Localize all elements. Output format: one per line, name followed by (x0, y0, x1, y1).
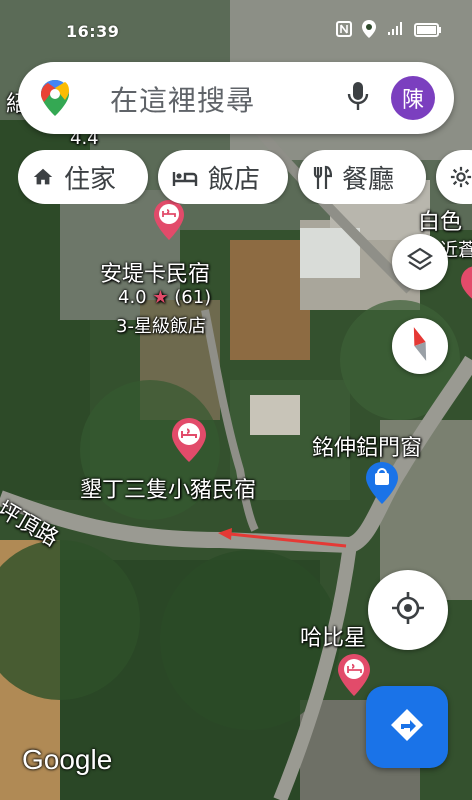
hotel-1-rating: 4.0 (118, 287, 147, 308)
google-maps-logo-icon (40, 80, 70, 120)
battery-icon (414, 22, 442, 41)
directions-button[interactable] (366, 686, 448, 768)
hotel-2-name[interactable]: 墾丁三隻小豬民宿 (80, 472, 256, 504)
map-label-bottom-right-fragment: 哈比星 (300, 626, 367, 651)
layers-icon (406, 246, 434, 278)
microphone-icon[interactable] (346, 80, 370, 118)
gear-icon (450, 166, 472, 188)
chip-home[interactable]: 住家 (18, 150, 148, 204)
my-location-button[interactable] (368, 570, 448, 650)
star-icon: ★ (152, 287, 169, 308)
search-bar[interactable]: 在這裡搜尋 陳 (18, 62, 454, 134)
status-time: 16:39 (66, 22, 120, 41)
directions-icon (389, 707, 425, 747)
hotel-pin-icon[interactable] (338, 654, 370, 700)
compass-button[interactable] (392, 318, 448, 374)
compass-icon (410, 326, 430, 366)
status-icons (336, 20, 442, 42)
hotel-pin-icon[interactable] (154, 200, 184, 244)
home-icon (32, 166, 54, 188)
location-status-icon (362, 20, 376, 42)
hotel-pin-icon[interactable] (172, 418, 206, 466)
chip-label: 餐廳 (342, 164, 395, 195)
chip-label: 飯店 (208, 164, 261, 195)
chip-more[interactable] (436, 150, 472, 204)
account-avatar[interactable]: 陳 (391, 76, 435, 120)
hotel-pin-icon[interactable] (456, 266, 472, 306)
fork-knife-icon (312, 165, 332, 189)
store-name[interactable]: 銘伸鋁門窗 (312, 430, 422, 462)
status-bar: 16:39 (0, 0, 472, 60)
google-logo: Google (22, 744, 113, 775)
map-label-right-fragment-1: 白色 (418, 210, 463, 235)
chip-label: 住家 (64, 164, 117, 195)
hotel-1-rating-row: 4.0 ★ (61) (118, 287, 211, 308)
signal-icon (386, 21, 404, 41)
shopping-bag-pin-icon[interactable] (366, 462, 398, 508)
chip-restaurant[interactable]: 餐廳 (298, 150, 426, 204)
nfc-icon (336, 21, 352, 41)
category-chips: 住家 飯店 餐廳 (18, 150, 472, 204)
my-location-icon (391, 591, 425, 629)
hotel-1-name[interactable]: 安堤卡民宿 (100, 256, 210, 288)
layers-button[interactable] (392, 234, 448, 290)
hotel-1-class: 3-星級飯店 (116, 316, 206, 337)
search-input[interactable]: 在這裡搜尋 (110, 79, 255, 119)
hotel-1-reviews: (61) (174, 287, 212, 308)
chip-hotel[interactable]: 飯店 (158, 150, 288, 204)
hotel-bed-icon (172, 166, 198, 188)
